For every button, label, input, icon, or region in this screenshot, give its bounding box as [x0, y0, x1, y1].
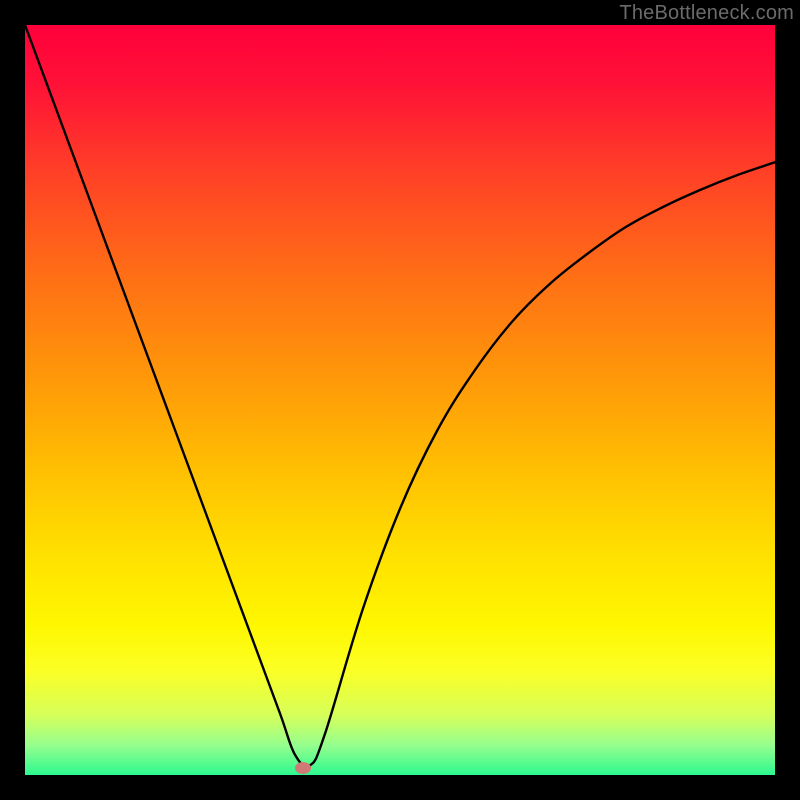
watermark-text: TheBottleneck.com: [619, 2, 794, 25]
chart-frame: [25, 25, 775, 775]
minimum-marker: [295, 762, 311, 774]
chart-curve: [25, 25, 775, 775]
